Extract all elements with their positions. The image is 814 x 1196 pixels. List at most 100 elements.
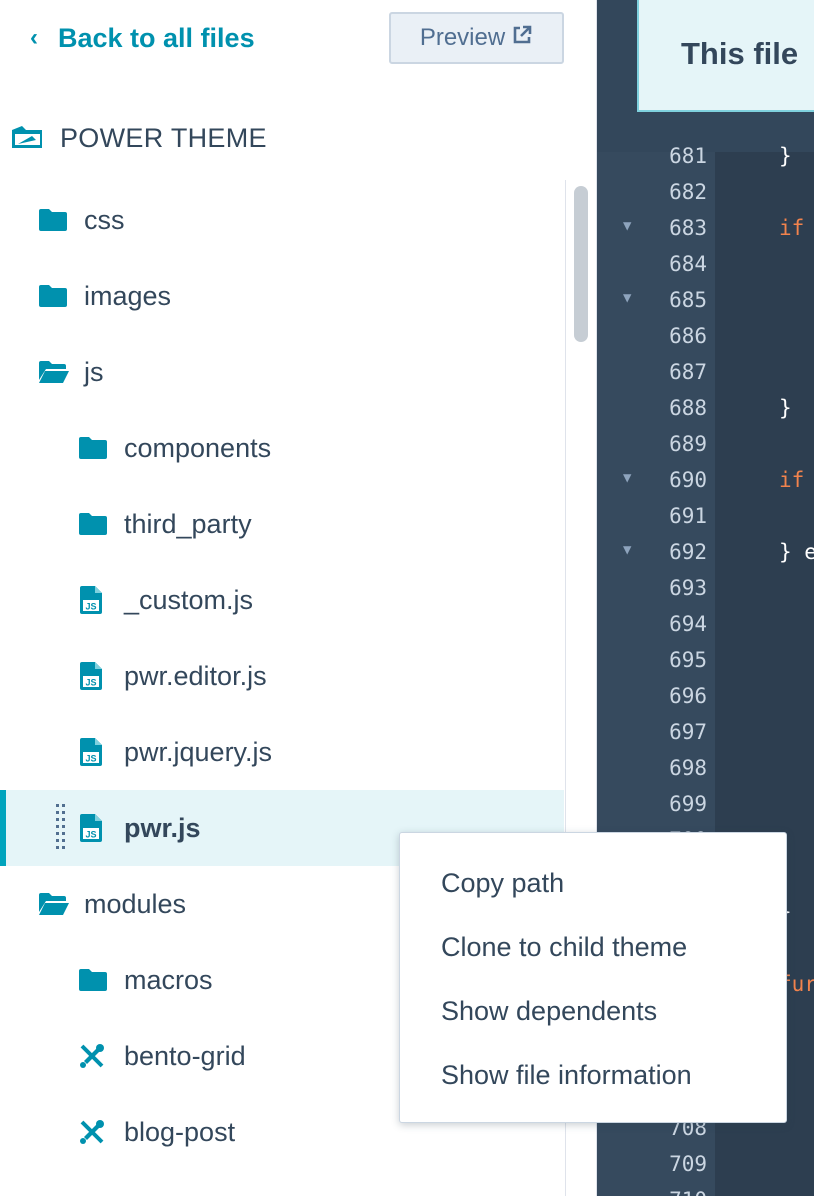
file-tree-item-label: pwr.editor.js: [124, 660, 267, 691]
fold-arrow-icon[interactable]: ▼: [623, 290, 631, 306]
folder-open-icon: [38, 360, 84, 384]
context-menu-item[interactable]: Copy path: [400, 851, 786, 915]
line-number: 691: [669, 504, 707, 528]
file-tree-item-label: bento-grid: [124, 1040, 246, 1071]
context-menu-item[interactable]: Show file information: [400, 1043, 786, 1107]
code-line: ▼ 683 if: [597, 212, 814, 248]
file-tree-item[interactable]: images: [0, 258, 564, 334]
back-to-all-files-link[interactable]: ‹ Back to all files: [30, 18, 255, 58]
line-number: 694: [669, 612, 707, 636]
js-file-icon: JS: [78, 662, 124, 690]
js-file-icon: JS: [78, 586, 124, 614]
line-number: 690: [669, 468, 707, 492]
fold-arrow-icon[interactable]: ▼: [623, 542, 631, 558]
theme-folder-icon: [10, 124, 60, 152]
file-tree-item-label: js: [84, 356, 104, 387]
code-line: 688}: [597, 392, 814, 428]
banner-text: This file: [681, 36, 799, 71]
line-number: 684: [669, 252, 707, 276]
file-tree-item-label: blog-post: [124, 1116, 236, 1147]
folder-icon: [78, 436, 124, 460]
folder-open-icon: [38, 892, 84, 916]
read-only-banner: This file: [637, 0, 814, 112]
file-tree-item-label: pwr.jquery.js: [124, 736, 273, 767]
line-number: 696: [669, 684, 707, 708]
code-line: 710: [597, 1184, 814, 1196]
line-number: 709: [669, 1152, 707, 1176]
file-tree-item[interactable]: js: [0, 334, 564, 410]
js-file-icon: JS: [78, 738, 124, 766]
code-line: 698: [597, 752, 814, 788]
code-line: ▼ 690 if: [597, 464, 814, 500]
line-number: 686: [669, 324, 707, 348]
line-number: 681: [669, 144, 707, 168]
line-number: 695: [669, 648, 707, 672]
code-line: 684: [597, 248, 814, 284]
code-line: 709: [597, 1148, 814, 1184]
file-tree-item[interactable]: JS pwr.editor.js: [0, 638, 564, 714]
file-tree-item-label: css: [84, 204, 125, 235]
file-tree-item-label: macros: [124, 964, 213, 995]
file-tree-item[interactable]: JS _custom.js: [0, 562, 564, 638]
file-tree-item-label: third_party: [124, 508, 252, 539]
line-number: 697: [669, 720, 707, 744]
svg-text:JS: JS: [85, 602, 96, 612]
line-number: 698: [669, 756, 707, 780]
external-link-icon: [511, 24, 533, 53]
file-tree-item[interactable]: css: [0, 182, 564, 258]
context-menu-item[interactable]: Show dependents: [400, 979, 786, 1043]
file-tree-item[interactable]: JS pwr.jquery.js: [0, 714, 564, 790]
code-text: if: [779, 216, 805, 240]
file-context-menu: Copy path Clone to child theme Show depend…: [399, 832, 787, 1123]
code-line: 695: [597, 644, 814, 680]
code-line: 681}: [597, 140, 814, 176]
module-tools-icon: [78, 1118, 124, 1146]
editor-header: This file: [597, 0, 814, 152]
back-link-label: Back to all files: [58, 22, 255, 53]
file-tree-item-label: components: [124, 432, 272, 463]
code-text: }: [779, 144, 792, 168]
theme-header: POWER THEME: [10, 116, 267, 160]
fold-arrow-icon[interactable]: ▼: [623, 470, 631, 486]
line-number: 685: [669, 288, 707, 312]
code-line: 682: [597, 176, 814, 212]
line-number: 699: [669, 792, 707, 816]
drag-handle-icon[interactable]: [56, 804, 68, 852]
file-tree-item-label: images: [84, 280, 172, 311]
theme-name: POWER THEME: [60, 122, 267, 153]
js-file-icon: JS: [78, 814, 124, 842]
preview-button[interactable]: Preview: [389, 12, 564, 64]
code-line: 694: [597, 608, 814, 644]
code-line: 691: [597, 500, 814, 536]
scrollbar-thumb[interactable]: [574, 186, 588, 342]
preview-button-label: Preview: [419, 24, 506, 51]
folder-icon: [38, 208, 84, 232]
code-line: ▼ 692} e: [597, 536, 814, 572]
code-line: ▼ 685: [597, 284, 814, 320]
svg-text:JS: JS: [85, 830, 96, 840]
code-line: 686: [597, 320, 814, 356]
line-number: 688: [669, 396, 707, 420]
line-number: 692: [669, 540, 707, 564]
file-tree-item[interactable]: components: [0, 410, 564, 486]
fold-arrow-icon[interactable]: ▼: [623, 218, 631, 234]
file-tree-item[interactable]: third_party: [0, 486, 564, 562]
file-tree-item-label: modules: [84, 888, 187, 919]
file-tree-item-label: _custom.js: [124, 584, 254, 615]
folder-icon: [38, 284, 84, 308]
code-line: 696: [597, 680, 814, 716]
svg-text:JS: JS: [85, 754, 96, 764]
line-number: 682: [669, 180, 707, 204]
context-menu-item[interactable]: Clone to child theme: [400, 915, 786, 979]
folder-icon: [78, 968, 124, 992]
folder-icon: [78, 512, 124, 536]
svg-text:JS: JS: [85, 678, 96, 688]
chevron-left-icon: ‹: [30, 24, 38, 51]
line-number: 683: [669, 216, 707, 240]
code-line: 689: [597, 428, 814, 464]
code-line: 687: [597, 356, 814, 392]
code-line: 693: [597, 572, 814, 608]
code-line: 697: [597, 716, 814, 752]
module-tools-icon: [78, 1042, 124, 1070]
line-number: 710: [649, 1188, 707, 1196]
